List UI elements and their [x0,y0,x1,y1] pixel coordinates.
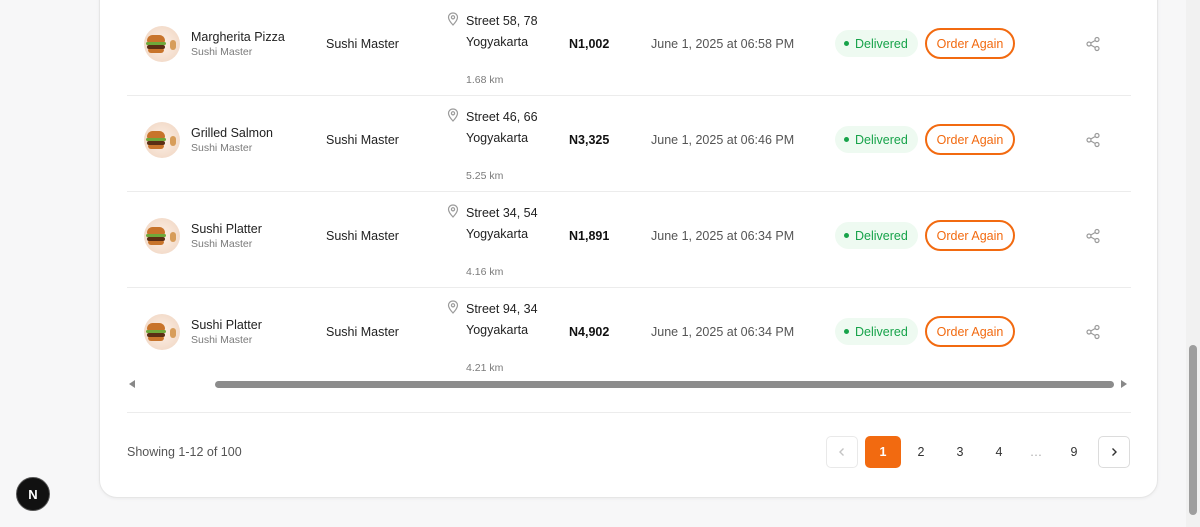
order-again-button[interactable]: Order Again [925,124,1015,155]
scroll-right-icon[interactable] [1121,380,1127,388]
nextjs-logo-badge[interactable]: N [16,477,50,511]
order-again-button[interactable]: Order Again [925,220,1015,251]
divider [127,412,1131,413]
status-dot-icon [844,137,849,142]
order-again-button[interactable]: Order Again [925,316,1015,347]
order-date: June 1, 2025 at 06:34 PM [651,229,795,243]
map-pin-icon [447,12,459,26]
page-button-4[interactable]: 4 [983,436,1015,468]
order-again-button[interactable]: Order Again [925,28,1015,59]
delivery-distance: 5.25 km [466,170,504,182]
item-name: Sushi Platter [191,222,262,236]
item-restaurant: Sushi Master [191,142,253,154]
status-label: Delivered [855,36,908,51]
item-restaurant: Sushi Master [191,334,253,346]
share-icon[interactable] [1085,324,1101,340]
horizontal-scrollbar-thumb[interactable] [215,381,1114,388]
map-pin-icon [447,300,459,314]
delivery-address: Street 58, 78 Yogyakarta [466,14,538,49]
order-price: N4,902 [569,325,610,339]
table-row: Sushi Platter Sushi Master Sushi Master … [127,192,1131,288]
pagination-summary: Showing 1-12 of 100 [127,445,242,459]
status-dot-icon [844,233,849,238]
item-restaurant: Sushi Master [191,46,253,58]
page-ellipsis: … [1029,445,1043,459]
item-restaurant: Sushi Master [191,238,253,250]
item-name: Margherita Pizza [191,30,285,44]
order-date: June 1, 2025 at 06:46 PM [651,133,795,147]
status-badge: Delivered [835,222,918,249]
restaurant-name: Sushi Master [326,229,399,243]
restaurant-name: Sushi Master [326,37,399,51]
food-thumbnail [144,122,180,158]
share-icon[interactable] [1085,132,1101,148]
delivery-distance: 1.68 km [466,74,504,86]
status-label: Delivered [855,324,908,339]
status-badge: Delivered [835,318,918,345]
chevron-right-icon [1112,448,1117,456]
item-name: Sushi Platter [191,318,262,332]
food-thumbnail [144,26,180,62]
page-button-3[interactable]: 3 [944,436,976,468]
page-button-1[interactable]: 1 [865,436,901,468]
restaurant-name: Sushi Master [326,325,399,339]
table-row: Sushi Platter Sushi Master Sushi Master … [127,288,1131,384]
status-dot-icon [844,41,849,46]
page-button-2[interactable]: 2 [905,436,937,468]
status-badge: Delivered [835,126,918,153]
share-icon[interactable] [1085,36,1101,52]
scroll-left-icon[interactable] [129,380,135,388]
table-row: Margherita Pizza Sushi Master Sushi Mast… [127,0,1131,96]
delivery-address: Street 34, 54 Yogyakarta [466,206,538,241]
delivery-address: Street 46, 66 Yogyakarta [466,110,538,145]
prev-page-button[interactable] [826,436,858,468]
badge-label: N [28,486,38,502]
order-price: N1,891 [569,229,610,243]
vertical-scrollbar-thumb[interactable] [1189,345,1197,515]
share-icon[interactable] [1085,228,1101,244]
order-date: June 1, 2025 at 06:58 PM [651,37,795,51]
orders-table: Margherita Pizza Sushi Master Sushi Mast… [127,0,1131,384]
status-badge: Delivered [835,30,918,57]
next-page-button[interactable] [1098,436,1130,468]
horizontal-scrollbar[interactable] [127,376,1131,392]
page-button-9[interactable]: 9 [1058,436,1090,468]
table-row: Grilled Salmon Sushi Master Sushi Master… [127,96,1131,192]
food-thumbnail [144,314,180,350]
delivery-address: Street 94, 34 Yogyakarta [466,302,538,337]
status-label: Delivered [855,228,908,243]
status-dot-icon [844,329,849,334]
map-pin-icon [447,108,459,122]
restaurant-name: Sushi Master [326,133,399,147]
delivery-distance: 4.16 km [466,266,504,278]
food-thumbnail [144,218,180,254]
map-pin-icon [447,204,459,218]
order-date: June 1, 2025 at 06:34 PM [651,325,795,339]
order-price: N3,325 [569,133,610,147]
order-price: N1,002 [569,37,610,51]
chevron-left-icon [839,448,844,456]
delivery-distance: 4.21 km [466,362,504,374]
status-label: Delivered [855,132,908,147]
item-name: Grilled Salmon [191,126,273,140]
